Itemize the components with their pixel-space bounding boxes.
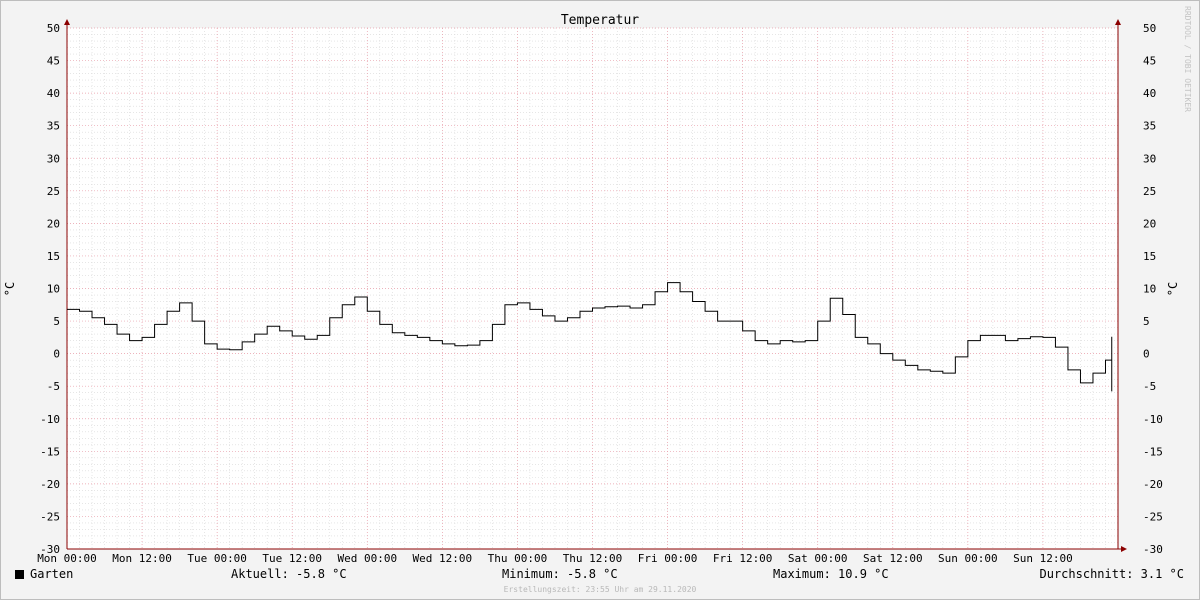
y-tick-label-right: -10 bbox=[1143, 413, 1163, 426]
y-tick-label-right: 20 bbox=[1143, 217, 1156, 230]
x-tick-label: Sun 00:00 bbox=[938, 552, 998, 565]
y-tick-label-right: 0 bbox=[1143, 348, 1150, 361]
y-tick-label-left: 5 bbox=[53, 315, 60, 328]
creation-timestamp: Erstellungszeit: 23:55 Uhr am 29.11.2020 bbox=[503, 585, 697, 594]
y-tick-label-left: 10 bbox=[47, 283, 60, 296]
y-tick-label-left: 50 bbox=[47, 22, 60, 35]
x-tick-label: Thu 00:00 bbox=[488, 552, 548, 565]
y-tick-label-right: 40 bbox=[1143, 87, 1156, 100]
x-tick-label: Thu 12:00 bbox=[563, 552, 623, 565]
y-tick-label-right: -20 bbox=[1143, 478, 1163, 491]
x-tick-label: Sun 12:00 bbox=[1013, 552, 1073, 565]
y-tick-label-right: -25 bbox=[1143, 510, 1163, 523]
x-tick-label: Mon 00:00 bbox=[37, 552, 97, 565]
watermark: RRDTOOL / TOBI OETIKER bbox=[1183, 6, 1192, 112]
y-tick-label-left: -5 bbox=[47, 380, 60, 393]
y-tick-label-right: 15 bbox=[1143, 250, 1156, 263]
legend-current: Aktuell: -5.8 °C bbox=[231, 567, 347, 581]
y-axis-arrow-left bbox=[64, 19, 70, 25]
legend-average: Durchschnitt: 3.1 °C bbox=[1039, 567, 1185, 581]
y-tick-label-right: 35 bbox=[1143, 120, 1156, 133]
x-tick-label: Tue 00:00 bbox=[187, 552, 247, 565]
y-tick-label-left: 15 bbox=[47, 250, 60, 263]
y-axis-arrow-right bbox=[1115, 19, 1121, 25]
y-tick-label-right: -15 bbox=[1143, 445, 1163, 458]
legend-minimum: Minimum: -5.8 °C bbox=[502, 567, 618, 581]
y-tick-label-left: -25 bbox=[40, 510, 60, 523]
x-tick-label: Sat 00:00 bbox=[788, 552, 848, 565]
x-tick-label: Wed 00:00 bbox=[337, 552, 397, 565]
y-tick-label-left: 30 bbox=[47, 152, 60, 165]
x-tick-label: Fri 00:00 bbox=[638, 552, 698, 565]
y-tick-label-right: 10 bbox=[1143, 283, 1156, 296]
y-tick-label-left: 40 bbox=[47, 87, 60, 100]
y-tick-label-left: 25 bbox=[47, 185, 60, 198]
x-tick-label: Wed 12:00 bbox=[413, 552, 473, 565]
y-tick-label-right: -5 bbox=[1143, 380, 1156, 393]
temperature-chart: 50 5045 4540 4035 3530 3025 2520 2015 1510 105 50 0… bbox=[3, 13, 1180, 565]
y-tick-label-left: 20 bbox=[47, 217, 60, 230]
chart-title: Temperatur bbox=[561, 13, 639, 28]
legend-series-label: Garten bbox=[30, 567, 74, 581]
y-tick-label-left: -15 bbox=[40, 445, 60, 458]
y-tick-label-right: 25 bbox=[1143, 185, 1156, 198]
y-axis-label-right: °C bbox=[1166, 282, 1180, 296]
y-tick-label-right: 5 bbox=[1143, 315, 1150, 328]
x-tick-label: Tue 12:00 bbox=[262, 552, 322, 565]
y-tick-label-left: -20 bbox=[40, 478, 60, 491]
y-tick-label-left: 35 bbox=[47, 120, 60, 133]
x-axis-arrow bbox=[1121, 546, 1127, 552]
legend-maximum: Maximum: 10.9 °C bbox=[773, 567, 889, 581]
y-tick-label-right: 50 bbox=[1143, 22, 1156, 35]
y-tick-label-left: -10 bbox=[40, 413, 60, 426]
y-tick-label-right: -30 bbox=[1143, 543, 1163, 556]
y-tick-label-right: 30 bbox=[1143, 152, 1156, 165]
x-tick-label: Fri 12:00 bbox=[713, 552, 773, 565]
x-tick-label: Mon 12:00 bbox=[112, 552, 172, 565]
y-axis-label-left: °C bbox=[3, 282, 17, 296]
y-tick-label-right: 45 bbox=[1143, 55, 1156, 68]
grid bbox=[66, 27, 1119, 550]
y-tick-label-left: 45 bbox=[47, 55, 60, 68]
y-tick-label-left: 0 bbox=[53, 348, 60, 361]
legend-swatch bbox=[15, 570, 24, 579]
x-tick-label: Sat 12:00 bbox=[863, 552, 923, 565]
